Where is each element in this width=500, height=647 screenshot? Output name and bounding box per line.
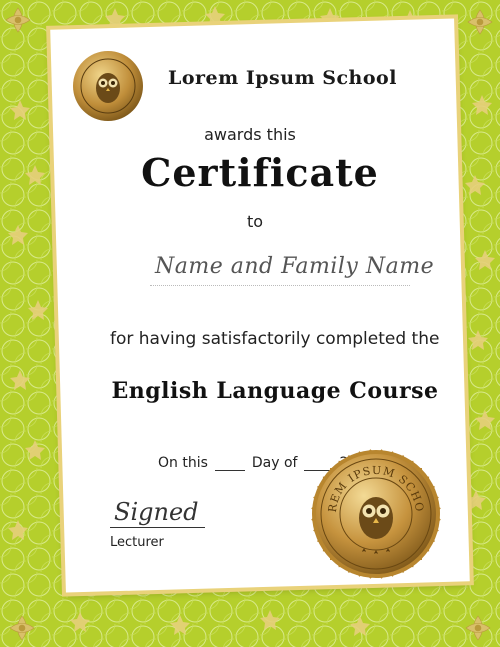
certificate-content: Lorem Ipsum School awards this Certifica…	[0, 0, 500, 647]
recipient-name: Name and Family Name	[155, 254, 435, 279]
signature-line	[110, 527, 205, 528]
on-this-label: On this	[158, 455, 208, 471]
day-blank	[214, 458, 245, 471]
signature: Signed	[114, 498, 199, 526]
completion-statement: for having satisfactorily completed the	[110, 329, 440, 349]
course-name: English Language Course	[111, 378, 439, 404]
lecturer-label: Lecturer	[110, 535, 164, 550]
recipient-underline	[150, 285, 410, 287]
school-seal-small-icon	[73, 51, 143, 121]
school-seal-large-icon: LOREM IPSUM SCHOOL	[310, 448, 441, 579]
certificate-title: Certificate	[141, 150, 379, 195]
awards-text: awards this	[204, 125, 296, 144]
school-name: Lorem Ipsum School	[168, 67, 397, 89]
day-of-label: Day of	[251, 455, 298, 471]
to-text: to	[246, 212, 264, 231]
